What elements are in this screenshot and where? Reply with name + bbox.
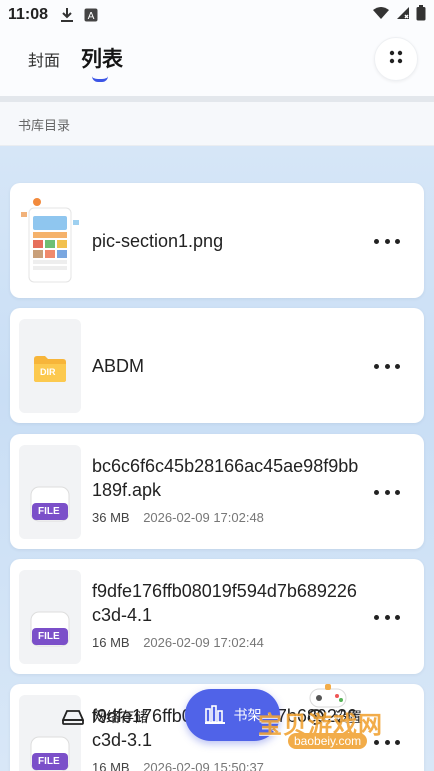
grid-dots-icon xyxy=(389,50,403,69)
wifi-icon xyxy=(372,6,390,25)
file-size: 36 MB xyxy=(92,510,130,525)
file-name: pic-section1.png xyxy=(92,231,224,251)
file-date: 2026-02-09 17:02:48 xyxy=(143,510,264,525)
app-a-icon: A xyxy=(84,8,98,22)
more-options-button[interactable] xyxy=(374,607,400,627)
signal-icon xyxy=(396,6,410,25)
more-options-button[interactable] xyxy=(374,356,400,376)
list-item[interactable]: DIR ABDM xyxy=(10,308,424,423)
file-date: 2026-02-09 17:02:44 xyxy=(143,635,264,650)
file-thumbnail: FILE xyxy=(19,570,81,664)
file-name: ABDM xyxy=(92,356,145,376)
file-list: pic-section1.png DIR ABDM FILE bc6c6f6c4… xyxy=(0,146,434,771)
breadcrumb-bar: 书库目录 xyxy=(0,102,434,146)
status-time: 11:08 xyxy=(8,6,49,23)
more-options-button[interactable] xyxy=(374,231,400,251)
tab-list[interactable]: 列表 xyxy=(81,43,123,73)
file-size: 16 MB xyxy=(92,635,130,650)
file-meta: 36 MB 2026-02-09 17:02:48 xyxy=(92,510,264,525)
file-name: f9dfe176ffb08019f594d7b689226c3d-4.1 xyxy=(92,581,357,625)
more-options-button[interactable] xyxy=(374,482,400,502)
nav-label: 网络存储 xyxy=(92,709,148,725)
menu-button[interactable] xyxy=(374,37,418,81)
file-badge: FILE xyxy=(38,631,60,642)
nav-network-storage[interactable]: 网络存储 xyxy=(62,707,148,727)
status-bar: 11:08 A xyxy=(0,0,434,30)
network-drive-icon xyxy=(62,709,84,725)
file-thumbnail: FILE xyxy=(19,445,81,539)
svg-text:A: A xyxy=(88,11,95,22)
active-tab-indicator xyxy=(92,76,108,82)
watermark: 宝贝游戏网 baobeiy.com xyxy=(258,683,408,753)
breadcrumb[interactable]: 书库目录 xyxy=(18,115,70,134)
file-meta: 16 MB 2026-02-09 17:02:44 xyxy=(92,635,264,650)
watermark-url: baobeiy.com xyxy=(288,733,368,749)
file-name: bc6c6f6c45b28166ac45ae98f9bb189f.apk xyxy=(92,456,359,500)
battery-icon xyxy=(416,4,426,26)
list-item[interactable]: FILE bc6c6f6c45b28166ac45ae98f9bb189f.ap… xyxy=(10,434,424,549)
list-item[interactable]: FILE f9dfe176ffb08019f594d7b689226c3d-4.… xyxy=(10,559,424,674)
image-thumbnail xyxy=(19,194,81,288)
folder-badge: DIR xyxy=(40,367,56,377)
tab-cover[interactable]: 封面 xyxy=(28,47,60,71)
list-item[interactable]: pic-section1.png xyxy=(10,183,424,298)
file-badge: FILE xyxy=(38,506,60,517)
bookshelf-icon xyxy=(204,705,226,725)
top-bar: 封面 列表 xyxy=(0,30,434,96)
folder-thumbnail: DIR xyxy=(19,319,81,413)
download-icon xyxy=(60,7,74,23)
